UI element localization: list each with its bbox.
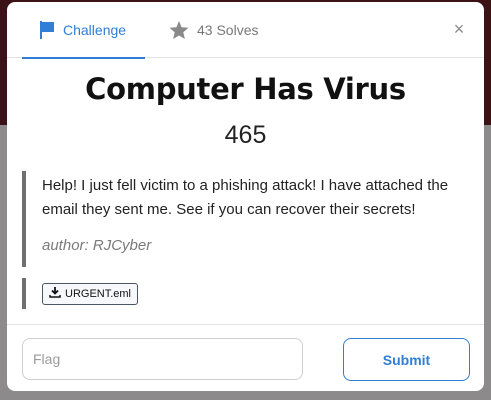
- file-name: URGENT.eml: [65, 287, 132, 300]
- flag-icon: [39, 21, 55, 39]
- tab-solves[interactable]: 43 Solves: [167, 2, 258, 58]
- file-download-button[interactable]: URGENT.eml: [42, 282, 139, 305]
- download-icon: [49, 286, 61, 301]
- footer-divider: [7, 324, 484, 325]
- challenge-author: author: RJCyber: [42, 237, 152, 254]
- submit-button[interactable]: Submit: [343, 338, 470, 381]
- modal-tabs: Challenge 43 Solves ×: [7, 2, 484, 59]
- challenge-files: URGENT.eml: [22, 278, 139, 309]
- challenge-title: Computer Has Virus: [85, 72, 406, 106]
- challenge-modal: Challenge 43 Solves × Computer Has Virus…: [7, 2, 484, 391]
- tab-challenge[interactable]: Challenge: [22, 2, 145, 59]
- tab-challenge-label: Challenge: [63, 22, 127, 38]
- flag-input[interactable]: [22, 338, 303, 380]
- tab-solves-label: 43 Solves: [197, 22, 259, 38]
- close-icon[interactable]: ×: [450, 20, 468, 38]
- challenge-description: Help! I just fell victim to a phishing a…: [42, 177, 449, 218]
- challenge-points: 465: [224, 121, 267, 149]
- star-icon: [169, 20, 189, 40]
- challenge-description-block: Help! I just fell victim to a phishing a…: [22, 171, 472, 267]
